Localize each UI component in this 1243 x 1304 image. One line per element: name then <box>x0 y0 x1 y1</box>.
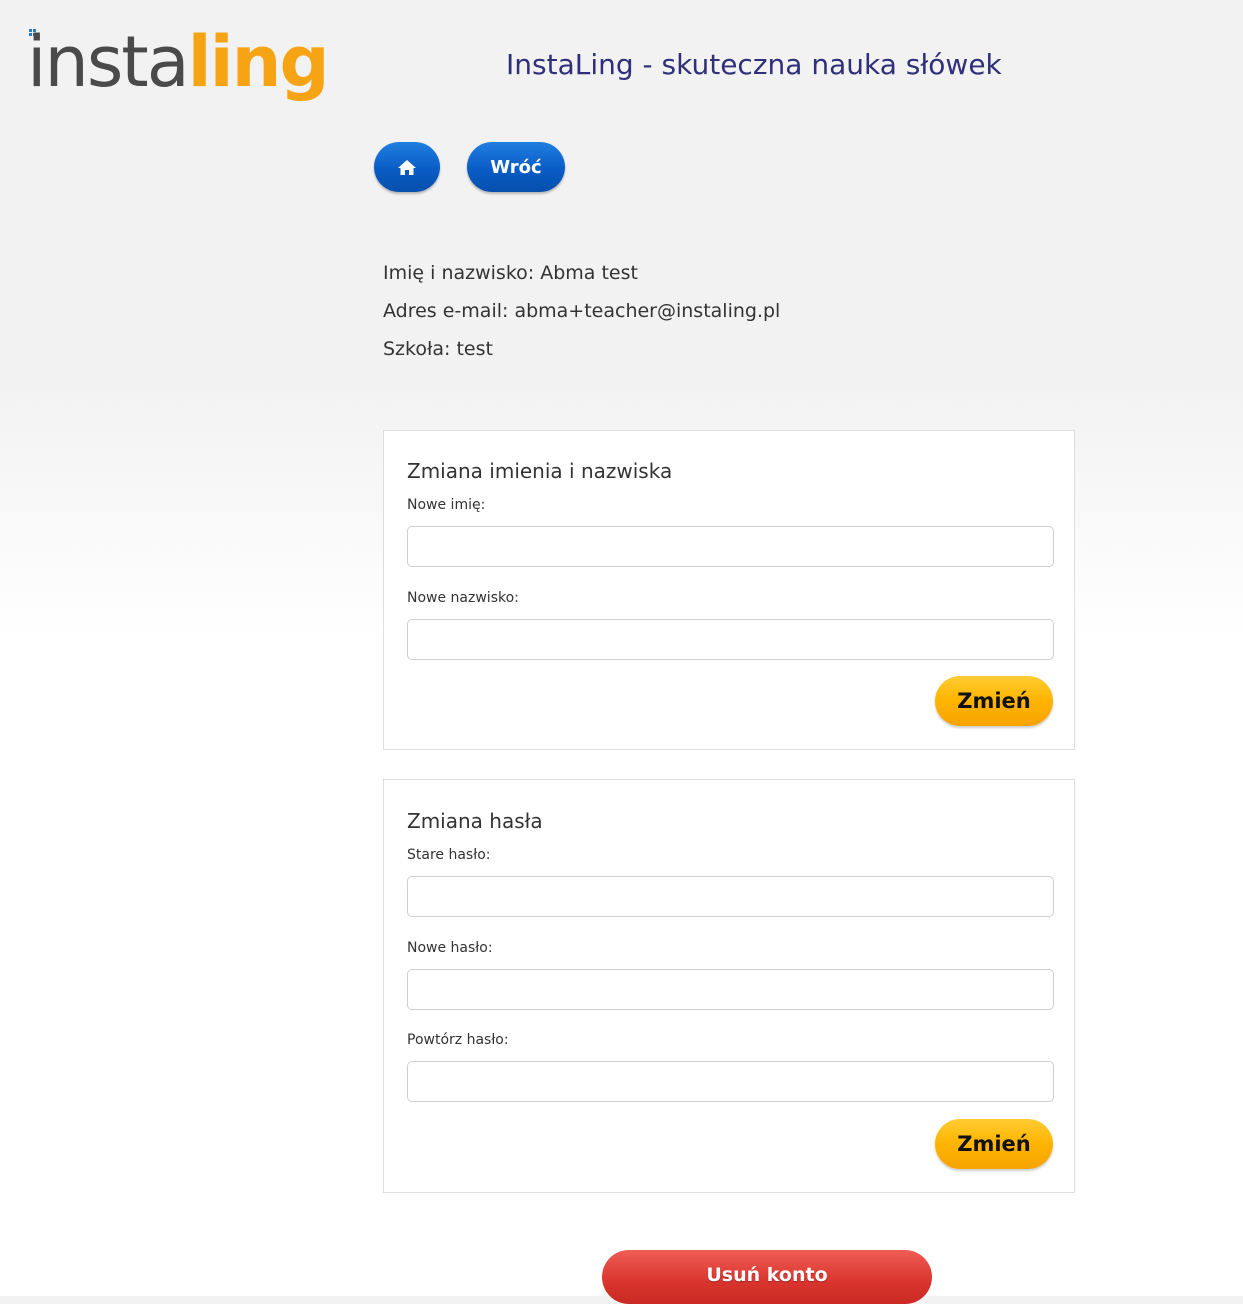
user-email-line: Adres e-mail: abma+teacher@instaling.pl <box>383 300 781 322</box>
logo-text-insta: insta <box>27 21 190 103</box>
new-password-label: Nowe hasło: <box>407 940 493 956</box>
instaling-logo: instaling <box>27 12 367 122</box>
change-password-submit-button[interactable]: Zmień <box>935 1119 1053 1169</box>
change-password-title: Zmiana hasła <box>407 809 543 833</box>
user-info: Imię i nazwisko: Abma test Adres e-mail:… <box>383 254 780 368</box>
site-title: InstaLing - skuteczna nauka słówek <box>506 48 1002 81</box>
home-icon <box>398 159 416 175</box>
last-name-label: Nowe nazwisko: <box>407 590 519 606</box>
user-name-line: Imię i nazwisko: Abma test <box>383 262 638 284</box>
first-name-input[interactable] <box>407 526 1054 567</box>
first-name-label: Nowe imię: <box>407 497 486 513</box>
logo-wordmark: instaling <box>27 12 330 112</box>
change-name-submit-button[interactable]: Zmień <box>935 676 1053 726</box>
new-password-input[interactable] <box>407 969 1054 1010</box>
change-password-panel: Zmiana hasła Stare hasło: Nowe hasło: Po… <box>383 779 1075 1193</box>
repeat-password-input[interactable] <box>407 1061 1054 1102</box>
change-name-title: Zmiana imienia i nazwiska <box>407 459 673 483</box>
back-button[interactable]: Wróć <box>467 142 565 192</box>
change-name-panel: Zmiana imienia i nazwiska Nowe imię: Now… <box>383 430 1075 750</box>
repeat-password-label: Powtórz hasło: <box>407 1032 509 1048</box>
home-button[interactable] <box>374 142 440 192</box>
logo-text-ling: ling <box>187 21 330 103</box>
last-name-input[interactable] <box>407 619 1054 660</box>
old-password-label: Stare hasło: <box>407 847 491 863</box>
user-school-line: Szkoła: test <box>383 338 493 360</box>
old-password-input[interactable] <box>407 876 1054 917</box>
